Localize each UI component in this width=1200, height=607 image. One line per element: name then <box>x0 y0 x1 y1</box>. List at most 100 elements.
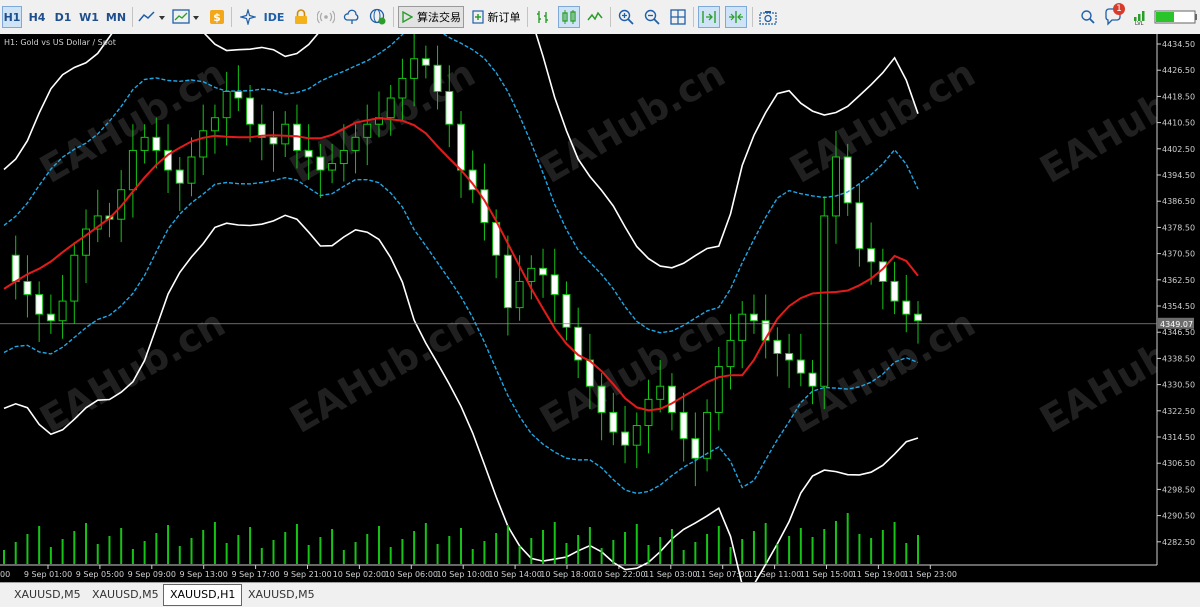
candlestick-icon <box>561 9 577 25</box>
radio-signal-icon <box>317 9 335 25</box>
price-label: 4378.50 <box>1162 223 1195 232</box>
new-order-label: 新订单 <box>488 9 521 25</box>
globe-icon <box>369 8 387 26</box>
bar-chart-icon <box>535 9 551 25</box>
candle-bull <box>832 157 839 216</box>
chart-tab-bar: XAUUSD,M5 XAUUSD,M5 XAUUSD,H1 XAUUSD,M5 <box>0 582 1200 607</box>
search-button[interactable] <box>1078 6 1098 28</box>
candle-bear <box>36 295 43 315</box>
chart-canvas[interactable]: EAHub.cnEAHub.cnEAHub.cnEAHub.cnEAHub.cn… <box>0 34 1200 582</box>
time-label: 11 Sep 03:00 <box>644 570 697 579</box>
time-label: 11 Sep 11:00 <box>748 570 801 579</box>
time-label: 10 Sep 06:00 <box>385 570 438 579</box>
candle-bull <box>411 59 418 79</box>
time-label: 10 Sep 02:00 <box>333 570 386 579</box>
chart-tab[interactable]: XAUUSD,M5 <box>86 586 165 604</box>
candle-bull <box>821 216 828 386</box>
candle-bear <box>47 314 54 321</box>
price-label: 4410.50 <box>1162 119 1195 128</box>
time-label: 9 Sep 01:00 <box>24 570 72 579</box>
timeframe-mn-button[interactable]: MN <box>104 6 128 28</box>
candlestick-chart-button[interactable] <box>558 6 580 28</box>
ai-sparkle-button[interactable] <box>238 6 258 28</box>
candle-bear <box>786 353 793 360</box>
time-label: 10 Sep 18:00 <box>540 570 593 579</box>
indicator-window-icon <box>172 9 200 25</box>
time-label: 11 Sep 07:00 <box>696 570 749 579</box>
tile-windows-button[interactable] <box>668 6 688 28</box>
candle-bull <box>211 118 218 131</box>
candle-bear <box>458 124 465 170</box>
candle-bull <box>739 314 746 340</box>
play-icon <box>401 11 413 23</box>
timeframe-d1-button[interactable]: D1 <box>53 6 73 28</box>
zoom-in-icon <box>618 9 634 25</box>
candle-bear <box>774 340 781 353</box>
chart-tab[interactable]: XAUUSD,M5 <box>8 586 87 604</box>
candle-bull <box>516 281 523 307</box>
zoom-out-button[interactable] <box>642 6 662 28</box>
new-order-button[interactable]: 新订单 <box>470 6 522 28</box>
price-label: 4434.50 <box>1162 40 1195 49</box>
signal-button[interactable] <box>316 6 336 28</box>
chart-tab-active[interactable]: XAUUSD,H1 <box>163 584 242 606</box>
candle-bull <box>71 255 78 301</box>
svg-text:$: $ <box>213 11 221 24</box>
candle-bear <box>856 203 863 249</box>
dollar-icon-button[interactable]: $ <box>207 6 227 28</box>
candle-bull <box>399 78 406 98</box>
candle-bear <box>270 137 277 144</box>
toolbar: H1 H4 D1 W1 MN $ IDE 算法交易 新订单 <box>0 0 1200 35</box>
chart-type-dropdown-button[interactable] <box>137 6 167 28</box>
candle-bear <box>903 301 910 314</box>
candle-bear <box>434 65 441 91</box>
lock-icon <box>293 9 309 25</box>
price-label: 4362.50 <box>1162 276 1195 285</box>
cloud-icon <box>343 9 361 25</box>
timeframe-w1-button[interactable]: W1 <box>79 6 99 28</box>
time-label: 9 Sep 21:00 <box>283 570 331 579</box>
chart-tab[interactable]: XAUUSD,M5 <box>242 586 321 604</box>
candle-bear <box>153 137 160 150</box>
price-label: 4402.50 <box>1162 145 1195 154</box>
time-label: 11 Sep 23:00 <box>904 570 957 579</box>
candle-bull <box>387 98 394 118</box>
candle-bear <box>551 275 558 295</box>
timeframe-h4-button[interactable]: H4 <box>27 6 47 28</box>
sparkle-icon <box>240 9 256 25</box>
chart-shift-button[interactable] <box>725 6 747 28</box>
market-globe-button[interactable] <box>368 6 388 28</box>
candle-bull <box>715 367 722 413</box>
cloud-vps-button[interactable] <box>342 6 362 28</box>
price-label: 4330.50 <box>1162 381 1195 390</box>
lock-button[interactable] <box>291 6 311 28</box>
candle-bear <box>235 91 242 98</box>
line-chart-icon <box>138 9 166 25</box>
screenshot-button[interactable] <box>758 6 778 28</box>
price-chart[interactable]: EAHub.cnEAHub.cnEAHub.cnEAHub.cnEAHub.cn… <box>0 34 1200 582</box>
price-label: 4322.50 <box>1162 407 1195 416</box>
candle-bear <box>422 59 429 66</box>
line-icon <box>587 9 603 25</box>
candle-bear <box>750 314 757 321</box>
auto-scroll-icon <box>701 9 717 25</box>
current-price-label: 4349.07 <box>1160 320 1193 329</box>
notifications-button[interactable]: 1 <box>1104 6 1128 28</box>
candle-bear <box>844 157 851 203</box>
algo-trading-button[interactable]: 算法交易 <box>398 6 464 28</box>
auto-scroll-button[interactable] <box>698 6 720 28</box>
watermark-text: EAHub.cn <box>283 301 483 442</box>
indicators-dropdown-button[interactable] <box>171 6 201 28</box>
candle-bear <box>446 91 453 124</box>
candle-bull <box>633 426 640 446</box>
candle-bull <box>727 340 734 366</box>
ide-button[interactable]: IDE <box>262 6 286 28</box>
time-label: 9 Sep 13:00 <box>180 570 228 579</box>
zoom-in-button[interactable] <box>616 6 636 28</box>
time-label: 10 Sep 14:00 <box>488 570 541 579</box>
timeframe-h1-button[interactable]: H1 <box>2 6 22 28</box>
signal-strength-button[interactable]: LVL <box>1132 6 1150 28</box>
bar-chart-button[interactable] <box>532 6 554 28</box>
line-chart-button[interactable] <box>584 6 606 28</box>
time-label: 11 Sep 15:00 <box>800 570 853 579</box>
